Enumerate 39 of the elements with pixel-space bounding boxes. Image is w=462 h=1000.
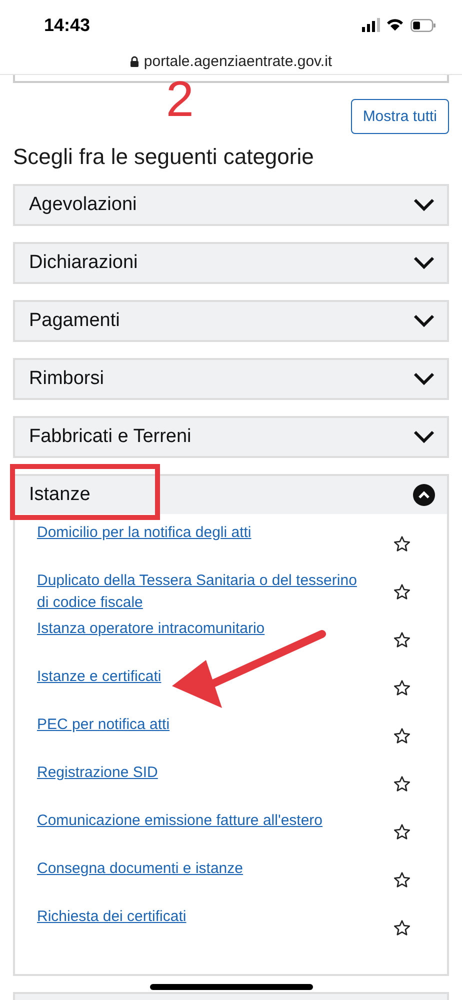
annotation-number: 2 xyxy=(166,74,194,124)
service-link[interactable]: Domicilio per la notifica degli atti xyxy=(37,520,252,544)
clock-time: 14:43 xyxy=(44,14,90,36)
chevron-up-icon xyxy=(413,484,435,506)
chevron-down-icon xyxy=(413,198,435,212)
star-icon[interactable] xyxy=(393,535,411,553)
battery-icon xyxy=(410,18,436,32)
chevron-down-icon xyxy=(413,256,435,270)
wifi-icon xyxy=(387,19,403,31)
star-icon[interactable] xyxy=(393,823,411,841)
star-icon[interactable] xyxy=(393,583,411,601)
category-header[interactable]: Fabbricati e Terreni xyxy=(15,418,447,456)
service-link[interactable]: Richiesta dei certificati xyxy=(37,904,186,928)
lock-icon xyxy=(130,56,139,66)
category-header[interactable]: Dichiarazioni xyxy=(15,244,447,282)
service-link[interactable]: Registrazione SID xyxy=(37,760,158,784)
category-header[interactable]: Istanze xyxy=(15,476,447,514)
url-text[interactable]: portale.agenziaentrate.gov.it xyxy=(144,52,332,70)
service-link[interactable]: Istanze e certificati xyxy=(37,664,162,688)
service-link[interactable]: PEC per notifica atti xyxy=(37,712,170,736)
section-heading: Scegli fra le seguenti categorie xyxy=(13,144,315,170)
star-icon[interactable] xyxy=(393,679,411,697)
service-link[interactable]: Istanza operatore intracomunitario xyxy=(37,616,265,640)
category-header[interactable]: Pagamenti xyxy=(15,302,447,340)
category-header[interactable]: Rimborsi xyxy=(15,360,447,398)
star-icon[interactable] xyxy=(393,775,411,793)
signal-icon xyxy=(362,18,380,32)
star-icon[interactable] xyxy=(393,727,411,745)
star-icon[interactable] xyxy=(393,871,411,889)
show-all-button[interactable]: Mostra tutti xyxy=(350,99,449,134)
chevron-down-icon xyxy=(413,372,435,386)
star-icon[interactable] xyxy=(393,919,411,937)
service-link[interactable]: Consegna documenti e istanze xyxy=(37,856,243,880)
chevron-down-icon xyxy=(413,430,435,444)
category-header[interactable]: Agevolazioni xyxy=(15,186,447,224)
chevron-down-icon xyxy=(413,314,435,328)
service-link[interactable]: Duplicato della Tessera Sanitaria o del tesserino di codice fiscale xyxy=(37,568,367,614)
service-link[interactable]: Comunicazione emissione fatture all'estero xyxy=(37,808,323,832)
star-icon[interactable] xyxy=(393,631,411,649)
